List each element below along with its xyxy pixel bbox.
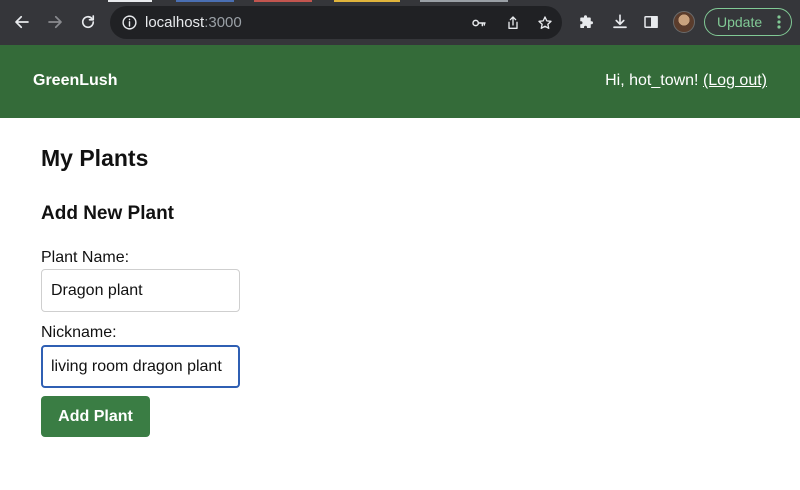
download-icon[interactable] (609, 11, 631, 33)
plant-name-input[interactable] (41, 269, 240, 312)
update-button[interactable]: Update (704, 8, 792, 36)
address-bar[interactable]: localhost:3000 (110, 6, 562, 39)
plant-name-label: Plant Name: (41, 249, 130, 266)
nickname-label: Nickname: (41, 324, 117, 341)
forward-arrow-icon[interactable] (42, 9, 68, 35)
avatar[interactable] (673, 11, 695, 33)
info-icon[interactable] (121, 14, 138, 31)
star-icon[interactable] (535, 13, 555, 33)
tab-indicator[interactable] (108, 0, 152, 2)
tab-indicator[interactable] (254, 0, 312, 2)
tab-indicator[interactable] (334, 0, 400, 2)
reload-icon[interactable] (75, 9, 101, 35)
user-greeting: Hi, hot_town! (Log out) (605, 72, 767, 90)
url-port: :3000 (204, 14, 242, 31)
page-title: My Plants (41, 145, 149, 171)
puzzle-icon[interactable] (576, 11, 598, 33)
kebab-menu-icon[interactable] (777, 15, 781, 29)
back-arrow-icon[interactable] (9, 9, 35, 35)
tab-strip (0, 0, 800, 3)
url-text[interactable]: localhost:3000 (145, 14, 242, 31)
app-header: GreenLush Hi, hot_town! (Log out) (0, 45, 800, 118)
tab-indicator[interactable] (176, 0, 234, 2)
brand-logo[interactable]: GreenLush (33, 72, 117, 90)
nickname-input[interactable] (41, 345, 240, 388)
tab-indicator[interactable] (420, 0, 508, 2)
logout-link[interactable]: (Log out) (703, 72, 767, 89)
form-title: Add New Plant (41, 203, 175, 224)
browser-toolbar: localhost:3000 Update (0, 0, 800, 45)
url-host: localhost (145, 14, 205, 31)
share-icon[interactable] (503, 13, 523, 33)
key-icon[interactable] (469, 13, 489, 33)
add-plant-button[interactable]: Add Plant (41, 396, 150, 437)
side-panel-icon[interactable] (640, 11, 662, 33)
greeting-text: Hi, hot_town! (605, 72, 699, 89)
update-label: Update (717, 14, 763, 30)
